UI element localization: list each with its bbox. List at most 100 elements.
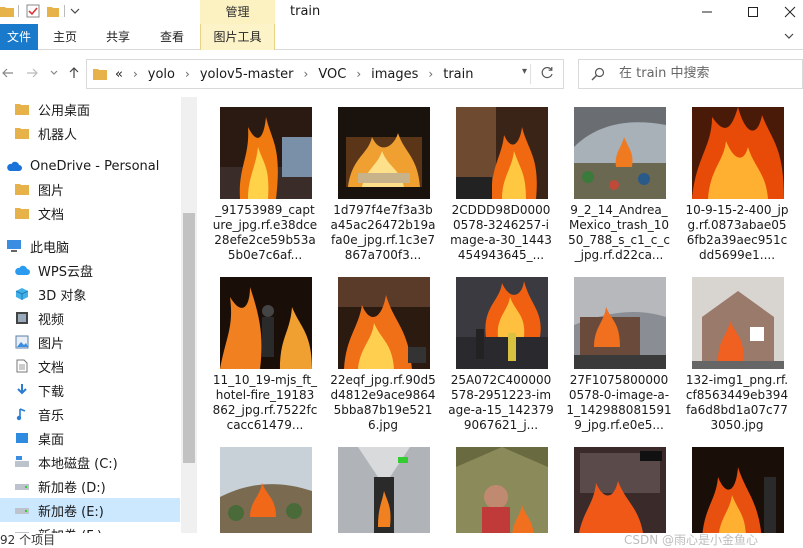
download-icon bbox=[14, 382, 30, 398]
window-title: train bbox=[290, 4, 321, 19]
image-thumbnail bbox=[574, 277, 666, 369]
sidebar-item-downloads[interactable]: 下载 bbox=[0, 378, 180, 402]
search-input[interactable]: 在 train 中搜索 bbox=[619, 60, 710, 88]
image-thumbnail bbox=[220, 447, 312, 533]
refresh-icon[interactable] bbox=[539, 65, 555, 81]
cube-icon bbox=[14, 286, 30, 302]
file-name: 9_2_14_Andrea_Mexico_trash_1050_788_s_c1… bbox=[568, 203, 670, 262]
navigation-bar: « › yolo › yolov5-master › VOC › images … bbox=[0, 51, 803, 97]
sidebar-scrollbar-thumb[interactable] bbox=[183, 213, 195, 463]
video-icon bbox=[14, 310, 30, 326]
breadcrumb: « › yolo › yolov5-master › VOC › images … bbox=[115, 66, 474, 82]
address-bar[interactable]: « › yolo › yolov5-master › VOC › images … bbox=[86, 59, 564, 89]
file-name: 2CDDD98D00000578-3246257-image-a-30_1443… bbox=[450, 203, 552, 262]
image-thumbnail bbox=[574, 447, 666, 533]
computer-icon bbox=[6, 238, 22, 254]
context-tab-manage[interactable]: 管理 bbox=[200, 0, 275, 24]
navigation-pane: 公用桌面 机器人 OneDrive - Personal 图片 文档 此电脑 W… bbox=[0, 97, 180, 533]
file-name: 1d797f4e7f3a3ba45ac26472b19afa0e_jpg.rf.… bbox=[330, 203, 436, 262]
image-thumbnail bbox=[574, 107, 666, 199]
sidebar-item-this-pc[interactable]: 此电脑 bbox=[0, 234, 180, 258]
file-name: 132-img1_png.rf.cf8563449eb394fa6d8bd1a0… bbox=[685, 373, 789, 432]
image-thumbnail bbox=[456, 447, 548, 533]
arrow-up-icon bbox=[69, 67, 79, 78]
desktop-icon bbox=[14, 430, 30, 446]
sidebar-item-pictures[interactable]: 图片 bbox=[0, 330, 180, 354]
drive-icon bbox=[14, 478, 30, 494]
image-thumbnail bbox=[220, 277, 312, 369]
drive-icon bbox=[14, 502, 30, 518]
image-thumbnail bbox=[456, 107, 548, 199]
search-box[interactable]: 在 train 中搜索 bbox=[578, 59, 803, 89]
breadcrumb-overflow[interactable]: « bbox=[115, 67, 123, 82]
sidebar-item-desktop[interactable]: 桌面 bbox=[0, 426, 180, 450]
folder-icon bbox=[14, 205, 30, 221]
file-name: 27F10758000000578-0-image-a-1_1429880815… bbox=[566, 373, 672, 432]
tab-view[interactable]: 查看 bbox=[152, 24, 192, 50]
sidebar-item-documents[interactable]: 文档 bbox=[0, 354, 180, 378]
file-name: 22eqf_jpg.rf.90d5d4812e9ace98645bba87b19… bbox=[330, 373, 436, 432]
sidebar-item-drive-d[interactable]: 新加卷 (D:) bbox=[0, 474, 180, 498]
forward-button[interactable] bbox=[24, 65, 40, 81]
arrow-left-icon bbox=[2, 68, 13, 78]
minimize-icon bbox=[702, 11, 712, 13]
file-name: 10-9-15-2-400_jpg.rf.0873abae056fb2a39ae… bbox=[685, 203, 789, 262]
address-dropdown-icon[interactable]: ▾ bbox=[522, 66, 527, 77]
image-thumbnail bbox=[456, 277, 548, 369]
sidebar-item-drive-c[interactable]: 本地磁盘 (C:) bbox=[0, 450, 180, 474]
image-thumbnail bbox=[692, 107, 784, 199]
tab-picture-tools[interactable]: 图片工具 bbox=[200, 24, 275, 50]
sidebar-item-onedrive-documents[interactable]: 文档 bbox=[0, 201, 180, 225]
breadcrumb-voc[interactable]: VOC bbox=[318, 67, 346, 82]
file-name: _91753989_capture_jpg.rf.e38dce28efe2ce5… bbox=[212, 203, 318, 262]
sidebar-item-onedrive-pictures[interactable]: 图片 bbox=[0, 177, 180, 201]
sidebar-item-public-desktop[interactable]: 公用桌面 bbox=[0, 97, 180, 121]
breadcrumb-images[interactable]: images bbox=[371, 67, 418, 82]
search-icon bbox=[591, 67, 605, 81]
file-list: _91753989_capture_jpg.rf.e38dce28efe2ce5… bbox=[200, 97, 803, 533]
tab-share[interactable]: 共享 bbox=[98, 24, 138, 50]
watermark: CSDN @雨心是小金鱼心 bbox=[624, 533, 759, 547]
chevron-down-icon[interactable] bbox=[783, 30, 795, 42]
sidebar-item-drive-f[interactable]: 新加卷 (F:) bbox=[0, 522, 180, 533]
back-button[interactable] bbox=[0, 65, 16, 81]
item-count: 92 个项目 bbox=[0, 533, 56, 547]
tab-file[interactable]: 文件 bbox=[0, 24, 38, 50]
cloud-icon bbox=[6, 158, 22, 174]
folder-icon[interactable] bbox=[0, 4, 14, 18]
breadcrumb-yolo[interactable]: yolo bbox=[148, 67, 175, 82]
new-folder-icon[interactable] bbox=[46, 4, 60, 18]
folder-icon bbox=[14, 181, 30, 197]
breadcrumb-yolov5-master[interactable]: yolov5-master bbox=[200, 67, 294, 82]
image-thumbnail bbox=[220, 107, 312, 199]
close-button[interactable] bbox=[776, 0, 803, 24]
folder-icon bbox=[14, 101, 30, 117]
tab-home[interactable]: 主页 bbox=[46, 24, 84, 50]
title-bar: 管理 train bbox=[0, 0, 803, 24]
chevron-down-icon bbox=[50, 70, 58, 75]
minimize-button[interactable] bbox=[684, 0, 730, 24]
wps-cloud-icon bbox=[14, 262, 30, 278]
image-thumbnail bbox=[338, 447, 430, 533]
sidebar-item-onedrive[interactable]: OneDrive - Personal bbox=[0, 154, 180, 178]
sidebar-item-3d-objects[interactable]: 3D 对象 bbox=[0, 282, 180, 306]
sidebar-item-videos[interactable]: 视频 bbox=[0, 306, 180, 330]
up-button[interactable] bbox=[66, 65, 82, 81]
close-icon bbox=[784, 6, 795, 18]
chevron-down-icon[interactable] bbox=[68, 4, 82, 18]
sidebar-item-robot[interactable]: 机器人 bbox=[0, 121, 180, 145]
file-name: 25A072C400000578-2951223-image-a-15_1423… bbox=[448, 373, 554, 432]
breadcrumb-train[interactable]: train bbox=[443, 67, 473, 82]
ribbon-tabs: 文件 主页 共享 查看 图片工具 bbox=[0, 24, 803, 50]
properties-icon[interactable] bbox=[26, 4, 40, 18]
recent-locations-button[interactable] bbox=[46, 65, 62, 81]
sidebar-item-wps-cloud[interactable]: WPS云盘 bbox=[0, 258, 180, 282]
maximize-icon bbox=[748, 7, 758, 17]
sidebar-item-music[interactable]: 音乐 bbox=[0, 402, 180, 426]
image-thumbnail bbox=[338, 107, 430, 199]
maximize-button[interactable] bbox=[730, 0, 776, 24]
separator bbox=[64, 5, 65, 17]
image-thumbnail bbox=[338, 277, 430, 369]
system-drive-icon bbox=[14, 454, 30, 470]
sidebar-item-drive-e[interactable]: 新加卷 (E:) bbox=[0, 498, 180, 522]
